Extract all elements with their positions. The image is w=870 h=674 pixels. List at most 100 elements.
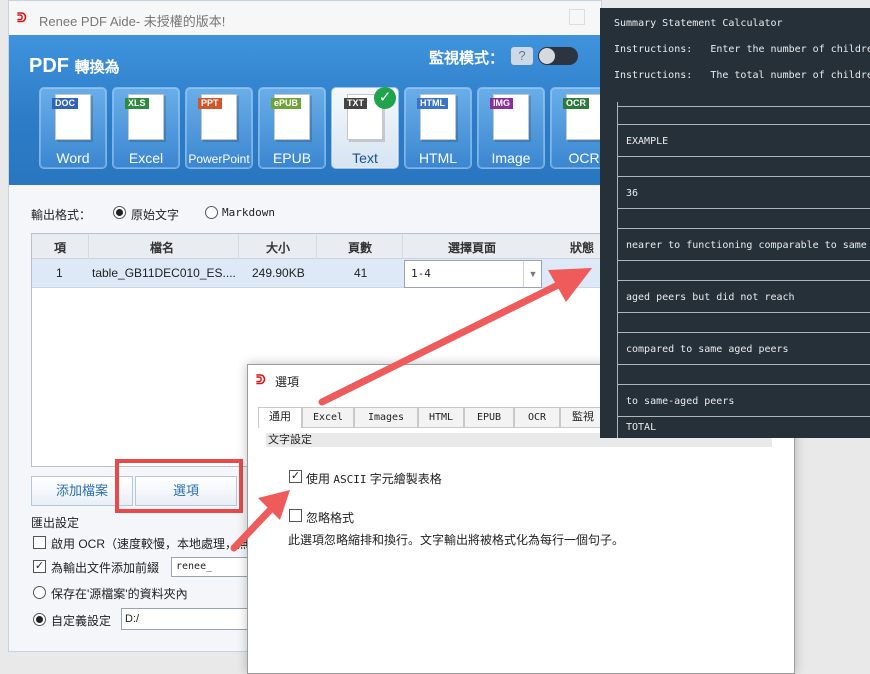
selected-check-icon: ✓ xyxy=(374,87,396,109)
word-file-icon: DOC xyxy=(52,94,91,140)
ascii-row: 36 xyxy=(626,188,639,199)
format-text-button[interactable]: TXT ✓ Text xyxy=(331,87,399,169)
convert-to-label: PDF 轉換為 xyxy=(29,55,120,78)
ascii-label-prefix: 使用 xyxy=(306,472,334,486)
format-word-button[interactable]: DOC Word xyxy=(39,87,107,169)
tab-images[interactable]: Images xyxy=(354,407,418,427)
format-label: Excel xyxy=(128,150,164,166)
format-tag: ePUB xyxy=(271,98,302,109)
format-epub-button[interactable]: ePUB EPUB xyxy=(258,87,326,169)
radio-markdown[interactable] xyxy=(205,206,218,219)
page-range-value: 1-4 xyxy=(411,267,431,280)
radio-save-source[interactable] xyxy=(33,586,46,599)
image-file-icon: IMG xyxy=(490,94,529,140)
ascii-label-mono: ASCII xyxy=(333,473,367,486)
table-row[interactable]: 1 table_GB11DEC010_ES.... 249.90KB 41 1-… xyxy=(32,259,608,288)
format-tag: DOC xyxy=(52,98,78,109)
ocr-label: 啟用 OCR（速度較慢，本地處理，無 xyxy=(51,537,250,551)
console-title: Summary Statement Calculator xyxy=(614,18,783,29)
column-header[interactable]: 狀態 xyxy=(570,239,594,256)
console-instructions-1: Instructions: Enter the number of childr… xyxy=(614,44,870,55)
ascii-label-suffix: 字元繪製表格 xyxy=(366,472,442,486)
table-header: 項 檔名 大小 頁數 選擇頁面 狀態 xyxy=(32,234,608,259)
ignore-format-checkbox[interactable] xyxy=(289,509,302,522)
format-header: PDF 轉換為 監視模式： ? DOC Word XLS Excel PPT P… xyxy=(9,35,618,185)
ascii-row: to same-aged peers xyxy=(626,396,735,407)
app-logo-icon: ᕲ xyxy=(256,372,266,387)
format-powerpoint-button[interactable]: PPT PowerPoint xyxy=(185,87,253,169)
format-tag: OCR xyxy=(563,98,589,109)
radio-original-text[interactable] xyxy=(113,206,126,219)
format-label: Word xyxy=(56,150,90,166)
tab-general[interactable]: 通用 xyxy=(258,407,302,428)
ascii-table-label: 使用 ASCII 字元繪製表格 xyxy=(306,470,442,487)
format-tag: TXT xyxy=(344,98,367,109)
dialog-title: 選項 xyxy=(275,375,300,389)
tab-html[interactable]: HTML xyxy=(418,407,464,427)
custom-setting-label: 自定義設定 xyxy=(51,614,112,628)
column-header[interactable]: 檔名 xyxy=(150,239,174,256)
options-highlight-box xyxy=(115,459,243,513)
format-image-button[interactable]: IMG Image xyxy=(477,87,545,169)
format-tag: HTML xyxy=(417,98,448,109)
original-text-label: 原始文字 xyxy=(131,208,180,222)
convert-label: 轉換為 xyxy=(74,59,120,76)
output-format-label: 輸出格式： xyxy=(31,208,92,222)
page-range-select[interactable]: 1-4 ▼ xyxy=(404,260,542,288)
radio-custom[interactable] xyxy=(33,613,46,626)
format-label: PowerPoint xyxy=(188,152,250,166)
format-tag: XLS xyxy=(125,98,149,109)
column-header[interactable]: 大小 xyxy=(266,239,290,256)
column-header[interactable]: 項 xyxy=(54,239,66,256)
ascii-row: aged peers but did not reach xyxy=(626,292,795,303)
convert-prefix: PDF xyxy=(29,55,69,77)
custom-path-input[interactable]: D:/ xyxy=(121,608,256,630)
row-size: 249.90KB xyxy=(252,266,305,280)
ascii-row: TOTAL xyxy=(626,422,657,433)
ascii-row: nearer to functioning comparable to same xyxy=(626,240,867,251)
format-label: HTML xyxy=(418,150,458,166)
save-source-label: 保存在'源檔案'的資料夾內 xyxy=(51,587,188,601)
app-logo-icon: ᕲ xyxy=(17,10,27,25)
monitor-mode-toggle[interactable] xyxy=(538,47,578,65)
tab-excel[interactable]: Excel xyxy=(302,407,354,427)
markdown-label: Markdown xyxy=(222,206,275,219)
tab-ocr[interactable]: OCR xyxy=(514,407,560,427)
prefix-checkbox[interactable]: ✓ xyxy=(33,560,46,573)
minimize-button[interactable] xyxy=(569,9,585,25)
console-instructions-2: Instructions: The total number of childr… xyxy=(614,70,870,81)
html-file-icon: HTML xyxy=(417,94,456,140)
epub-file-icon: ePUB xyxy=(271,94,310,140)
chevron-down-icon[interactable]: ▼ xyxy=(523,261,542,287)
column-header[interactable]: 頁數 xyxy=(348,239,372,256)
ignore-format-label: 忽略格式 xyxy=(306,511,355,525)
row-index: 1 xyxy=(56,266,63,280)
format-excel-button[interactable]: XLS Excel xyxy=(112,87,180,169)
row-filename: table_GB11DEC010_ES.... xyxy=(92,266,236,280)
excel-file-icon: XLS xyxy=(125,94,164,140)
ocr-checkbox[interactable] xyxy=(33,536,46,549)
ascii-table-checkbox[interactable]: ✓ xyxy=(289,470,302,483)
help-icon[interactable]: ? xyxy=(511,47,533,65)
output-settings-label: 匯出設定 xyxy=(31,516,80,530)
text-output-preview: Summary Statement Calculator Instruction… xyxy=(600,8,870,438)
ocr-file-icon: OCR xyxy=(563,94,602,140)
format-label: Text xyxy=(352,150,378,166)
format-label: EPUB xyxy=(272,150,312,166)
ascii-table: EXAMPLE 36 nearer to functioning compara… xyxy=(617,102,870,438)
format-label: Image xyxy=(491,150,531,166)
row-pages: 41 xyxy=(354,266,368,280)
tab-epub[interactable]: EPUB xyxy=(464,407,514,427)
column-header[interactable]: 選擇頁面 xyxy=(448,239,496,256)
title-bar: ᕲ Renee PDF Aide- 未授權的版本! xyxy=(9,1,601,35)
ascii-row: EXAMPLE xyxy=(626,136,669,147)
ignore-format-description: 此選項忽略縮排和換行。文字輸出將被格式化為每行一個句子。 xyxy=(288,533,625,547)
powerpoint-file-icon: PPT xyxy=(198,94,237,140)
format-html-button[interactable]: HTML HTML xyxy=(404,87,472,169)
format-tag: PPT xyxy=(198,98,222,109)
format-tag: IMG xyxy=(490,98,513,109)
monitor-mode-label: 監視模式： xyxy=(429,50,505,67)
window-title: Renee PDF Aide- 未授權的版本! xyxy=(39,14,226,29)
prefix-input[interactable]: renee_ xyxy=(171,557,257,577)
ascii-row: compared to same aged peers xyxy=(626,344,789,355)
